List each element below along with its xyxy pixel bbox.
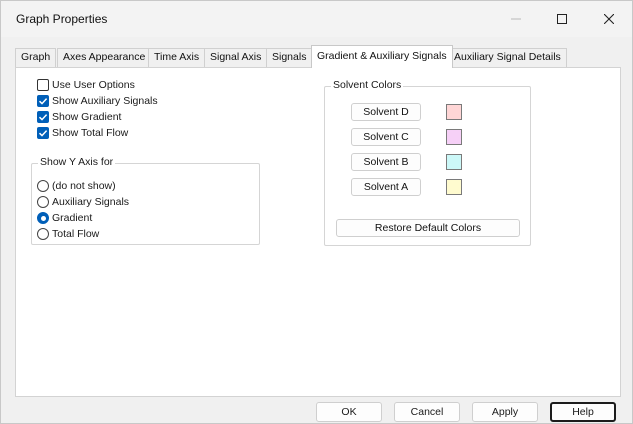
radio-do-not-show[interactable]: (do not show) <box>37 180 116 192</box>
checkbox-label: Show Auxiliary Signals <box>52 95 158 107</box>
checkbox-label: Show Total Flow <box>52 127 129 139</box>
solvent-c-swatch[interactable] <box>446 129 462 145</box>
checkbox-label: Show Gradient <box>52 111 122 123</box>
radio-auxiliary-signals[interactable]: Auxiliary Signals <box>37 196 129 208</box>
ok-button[interactable]: OK <box>316 402 382 422</box>
solvent-d-button[interactable]: Solvent D <box>351 103 421 121</box>
group-title: Show Y Axis for <box>38 156 116 168</box>
maximize-button[interactable] <box>539 1 585 37</box>
close-icon <box>604 14 614 24</box>
tab-graph[interactable]: Graph <box>15 48 57 67</box>
graph-properties-dialog: Graph Properties Graph Axes Appearance T… <box>0 0 633 424</box>
checkbox-box <box>37 127 49 139</box>
group-title: Solvent Colors <box>331 79 404 91</box>
show-auxiliary-signals-checkbox[interactable]: Show Auxiliary Signals <box>37 95 158 107</box>
tab-signals[interactable]: Signals <box>266 48 313 67</box>
apply-button[interactable]: Apply <box>472 402 538 422</box>
radio-circle <box>37 212 49 224</box>
tab-gradient-auxiliary-signals[interactable]: Gradient & Auxiliary Signals <box>311 45 453 68</box>
radio-total-flow[interactable]: Total Flow <box>37 228 99 240</box>
tab-panel: Use User Options Show Auxiliary Signals … <box>15 67 621 397</box>
close-button[interactable] <box>586 1 632 37</box>
solvent-a-swatch[interactable] <box>446 179 462 195</box>
tab-time-axis[interactable]: Time Axis <box>148 48 206 67</box>
radio-circle <box>37 196 49 208</box>
radio-label: (do not show) <box>52 180 116 192</box>
checkmark-icon <box>38 98 48 105</box>
maximize-icon <box>557 14 567 24</box>
radio-label: Gradient <box>52 212 93 224</box>
tab-signal-axis[interactable]: Signal Axis <box>204 48 268 67</box>
checkbox-box <box>37 111 49 123</box>
minimize-icon <box>511 18 521 20</box>
radio-circle <box>37 180 49 192</box>
solvent-b-button[interactable]: Solvent B <box>351 153 421 171</box>
show-gradient-checkbox[interactable]: Show Gradient <box>37 111 121 123</box>
tab-auxiliary-signal-details[interactable]: Auxiliary Signal Details <box>448 48 567 67</box>
use-user-options-checkbox[interactable]: Use User Options <box>37 79 135 91</box>
title-bar: Graph Properties <box>1 1 632 37</box>
show-total-flow-checkbox[interactable]: Show Total Flow <box>37 127 128 139</box>
checkmark-icon <box>38 130 48 137</box>
cancel-button[interactable]: Cancel <box>394 402 460 422</box>
window-title: Graph Properties <box>16 12 108 26</box>
help-button[interactable]: Help <box>550 402 616 422</box>
solvent-c-button[interactable]: Solvent C <box>351 128 421 146</box>
radio-label: Total Flow <box>52 228 100 240</box>
solvent-d-swatch[interactable] <box>446 104 462 120</box>
radio-label: Auxiliary Signals <box>52 196 130 208</box>
checkmark-icon <box>38 114 48 121</box>
checkbox-box <box>37 95 49 107</box>
radio-gradient[interactable]: Gradient <box>37 212 92 224</box>
solvent-b-swatch[interactable] <box>446 154 462 170</box>
show-y-axis-group: Show Y Axis for (do not show) Auxiliary … <box>31 156 260 245</box>
minimize-button[interactable] <box>493 1 539 37</box>
radio-circle <box>37 228 49 240</box>
solvent-colors-group: Solvent Colors Solvent D Solvent C Solve… <box>324 79 531 246</box>
restore-default-colors-button[interactable]: Restore Default Colors <box>336 219 520 237</box>
checkbox-box <box>37 79 49 91</box>
solvent-a-button[interactable]: Solvent A <box>351 178 421 196</box>
tab-axes-appearance[interactable]: Axes Appearance <box>57 48 152 67</box>
checkbox-label: Use User Options <box>52 79 135 91</box>
